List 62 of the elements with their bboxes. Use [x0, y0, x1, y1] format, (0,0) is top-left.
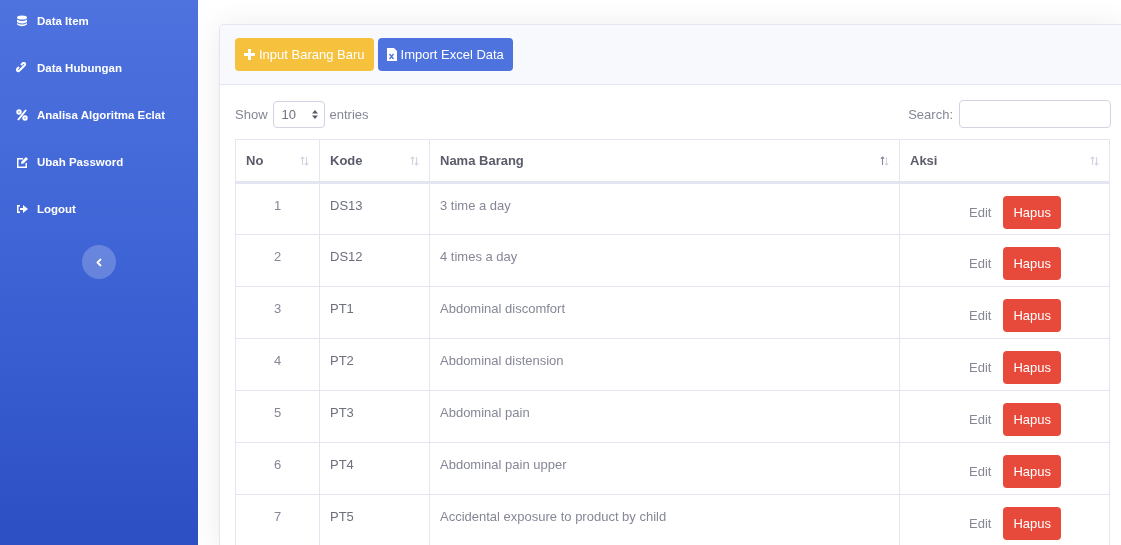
sidebar-item[interactable]: Ubah Password [0, 155, 198, 202]
table-cell: Abdominal pain [429, 390, 900, 443]
table-cell: 7 [235, 494, 320, 545]
edit-link[interactable]: Edit [969, 256, 992, 271]
table-cell: 2 [235, 234, 320, 287]
sidebar-item[interactable]: Data Item [0, 14, 198, 61]
table-cell: 3 [235, 286, 320, 339]
edit-link[interactable]: Edit [969, 360, 992, 375]
database-icon [16, 15, 28, 27]
show-label: Show [235, 106, 268, 122]
delete-button[interactable]: Hapus [1003, 196, 1061, 229]
chevron-left-icon [96, 257, 102, 267]
delete-button[interactable]: Hapus [1003, 507, 1061, 540]
edit-link[interactable]: Edit [969, 464, 992, 479]
table-cell: PT1 [319, 286, 430, 339]
search-label: Search: [908, 106, 953, 122]
table-cell: DS13 [319, 182, 430, 235]
table-cell: PT3 [319, 390, 430, 443]
table-cell: 4 times a day [429, 234, 900, 287]
column-header[interactable]: Nama Barang [429, 139, 900, 183]
table-cell: 4 [235, 338, 320, 391]
import-button[interactable]: Import Excel Data [377, 38, 513, 71]
delete-button[interactable]: Hapus [1003, 299, 1061, 332]
sidebar-item[interactable]: Analisa Algoritma Eclat [0, 108, 198, 155]
column-header[interactable]: Kode [319, 139, 430, 183]
sidebar-item[interactable]: Data Hubungan [0, 61, 198, 108]
excel-file-icon [386, 48, 397, 61]
table-cell: 3 time a day [429, 182, 900, 235]
table-cell: DS12 [319, 234, 430, 287]
search-field[interactable] [959, 100, 1111, 128]
table-cell: 1 [235, 182, 320, 235]
sort-icon[interactable] [1090, 155, 1099, 166]
table-cell: 5 [235, 390, 320, 443]
table-cell: Abdominal distension [429, 338, 900, 391]
delete-button[interactable]: Hapus [1003, 403, 1061, 436]
entries-label: entries [329, 106, 369, 122]
edit-link[interactable]: Edit [969, 205, 992, 220]
logout-icon [16, 203, 28, 215]
table-cell: PT2 [319, 338, 430, 391]
edit-icon [16, 156, 28, 168]
entries-select[interactable]: 10 [272, 100, 325, 128]
column-header[interactable]: Aksi [899, 139, 1110, 183]
plus-icon [244, 49, 255, 60]
column-header[interactable]: No [235, 139, 320, 183]
table-cell: 6 [235, 442, 320, 495]
table-cell: PT4 [319, 442, 430, 495]
percent-icon [16, 109, 28, 121]
link-icon [16, 62, 28, 74]
sidebar-toggle-button[interactable] [82, 245, 116, 279]
sort-icon[interactable] [410, 155, 419, 166]
delete-button[interactable]: Hapus [1003, 351, 1061, 384]
sidebar-item[interactable]: Logout [0, 202, 198, 249]
table-cell: Abdominal discomfort [429, 286, 900, 339]
edit-link[interactable]: Edit [969, 516, 992, 531]
edit-link[interactable]: Edit [969, 308, 992, 323]
delete-button[interactable]: Hapus [1003, 455, 1061, 488]
edit-link[interactable]: Edit [969, 412, 992, 427]
delete-button[interactable]: Hapus [1003, 247, 1061, 280]
sort-icon[interactable] [880, 155, 889, 166]
sort-icon[interactable] [300, 155, 309, 166]
spinner-icon [311, 109, 318, 119]
table-cell: Abdominal pain upper [429, 442, 900, 495]
